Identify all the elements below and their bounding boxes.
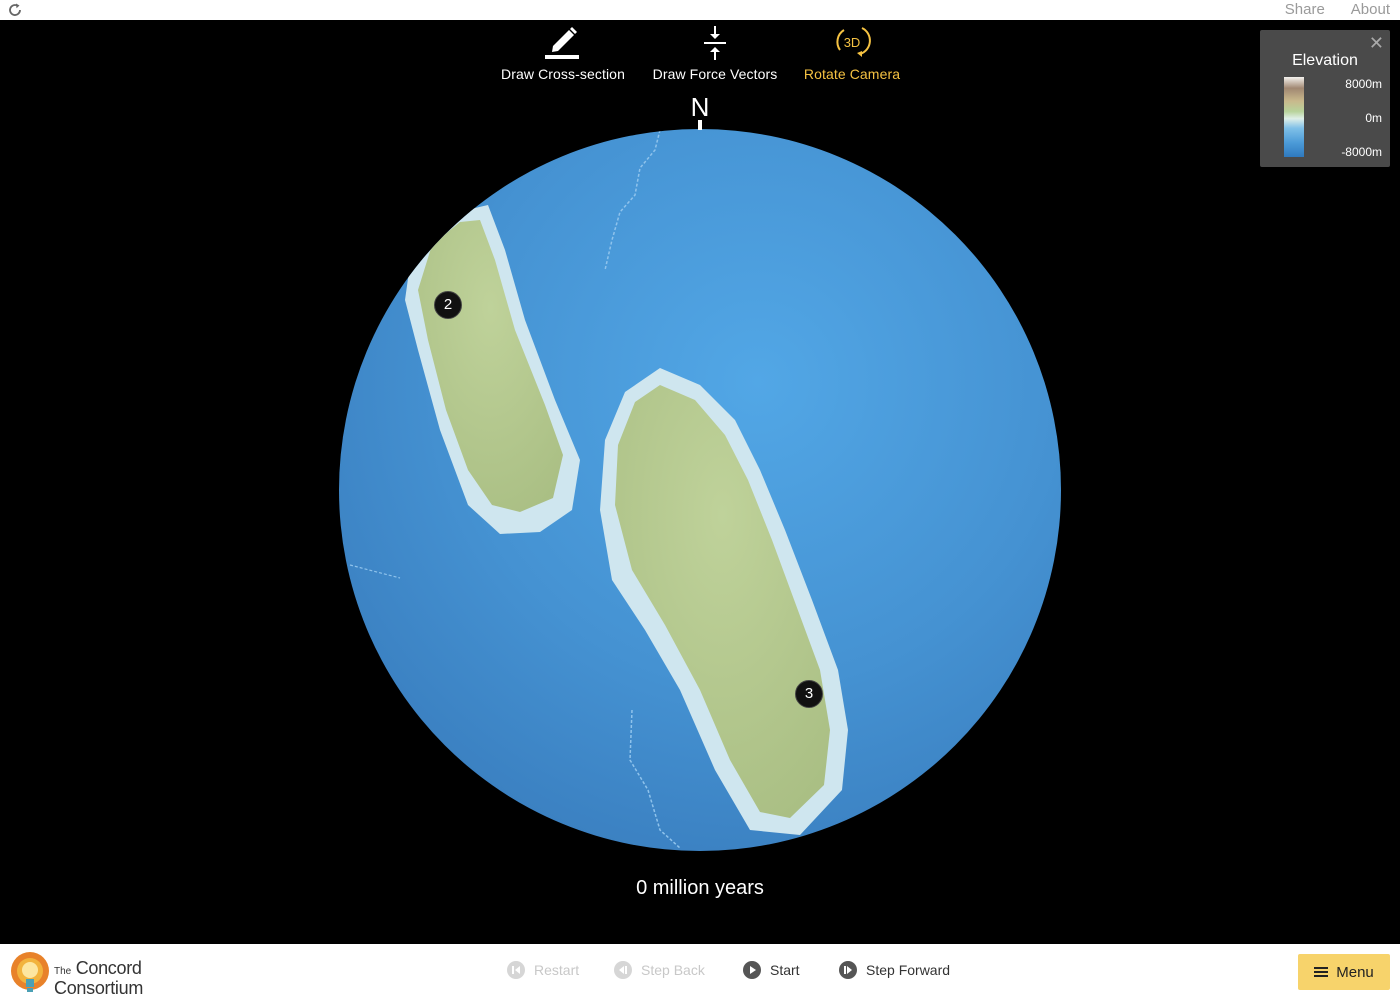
logo-line2: Consortium [54,978,144,998]
step-back-label: Step Back [641,962,705,978]
legend-max: 8000m [1345,77,1382,91]
legend-mid: 0m [1365,111,1382,125]
top-bar: Share About [0,0,1400,20]
play-icon [743,961,761,979]
restart-button[interactable]: Restart [506,960,579,980]
restart-label: Restart [534,962,580,978]
legend-title: Elevation [1292,52,1358,69]
step-forward-label: Step Forward [866,962,951,978]
restart-icon [507,961,525,979]
logo-line1: Concord [75,958,142,978]
step-back-icon [614,961,632,979]
concord-consortium-logo: The Concord Consortium [8,949,168,997]
elevation-legend: ✕ Elevation 8000m 0m -8000m [1260,30,1390,167]
planet-view[interactable]: N [0,20,1400,875]
elevation-color-scale [1284,77,1304,157]
logo-the: The [54,966,72,977]
hamburger-icon [1314,967,1329,977]
share-link[interactable]: Share [1285,0,1325,20]
step-forward-icon [839,961,857,979]
bottom-bar: The Concord Consortium Restart Step Back… [0,944,1400,1000]
about-link[interactable]: About [1351,0,1390,20]
menu-label: Menu [1336,963,1374,981]
start-label: Start [770,962,800,978]
plate-label-2[interactable]: 2 [434,291,462,319]
plate-label-3[interactable]: 3 [795,680,823,708]
logo-icon [11,952,49,992]
legend-min: -8000m [1341,145,1382,159]
north-label: N [691,92,710,122]
step-forward-button[interactable]: Step Forward [838,960,950,980]
time-display: 0 million years [636,877,764,899]
menu-button[interactable]: Menu [1298,954,1390,990]
start-button[interactable]: Start [742,960,800,980]
step-back-button[interactable]: Step Back [613,960,705,980]
reload-icon[interactable] [7,2,23,18]
close-icon[interactable]: ✕ [1369,34,1384,52]
